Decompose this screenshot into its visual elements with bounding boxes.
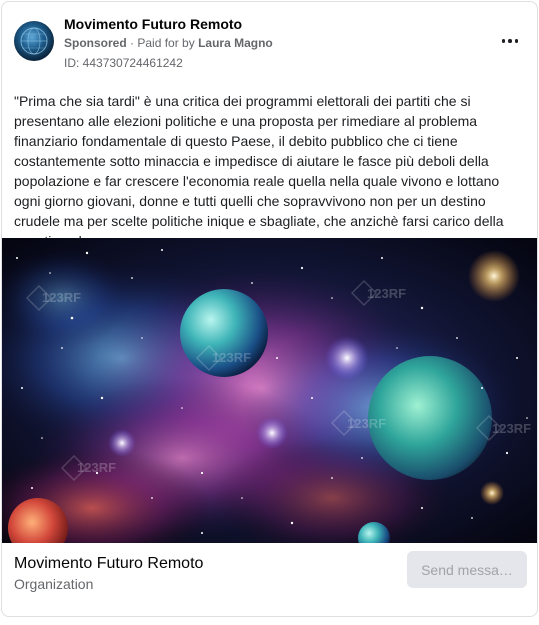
page-name-link[interactable]: Movimento Futuro Remoto <box>64 16 242 32</box>
post-body-text: "Prima che sia tardi" è una critica dei … <box>14 93 504 249</box>
send-message-button[interactable]: Send messa… <box>407 551 527 588</box>
watermark-text: 123RF <box>42 290 81 305</box>
paid-for-label: Paid for by <box>137 36 195 50</box>
sponsored-line: Sponsored · Paid for by Laura Magno <box>64 36 273 50</box>
footer-category: Organization <box>14 576 94 592</box>
more-horizontal-icon <box>501 39 519 43</box>
space-nebula-image: 123RF 123RF 123RF 123RF 123RF 123RF <box>2 238 537 543</box>
watermark-text: 123RF <box>212 350 251 365</box>
globe-icon <box>20 27 48 55</box>
watermark-text: 123RF <box>367 286 406 301</box>
watermark-text: 123RF <box>77 460 116 475</box>
page-avatar[interactable] <box>14 21 54 61</box>
meta-separator: · <box>126 36 138 50</box>
footer-page-name[interactable]: Movimento Futuro Remoto <box>14 555 203 573</box>
more-options-button[interactable] <box>497 30 523 52</box>
ad-id: ID: 443730724461242 <box>64 56 183 70</box>
watermark-text: 123RF <box>492 421 531 436</box>
ad-creative-image[interactable]: 123RF 123RF 123RF 123RF 123RF 123RF <box>2 238 537 543</box>
post-header: Movimento Futuro Remoto Sponsored · Paid… <box>2 2 537 82</box>
watermark-text: 123RF <box>347 416 386 431</box>
paid-for-name: Laura Magno <box>198 36 273 50</box>
ad-card: Movimento Futuro Remoto Sponsored · Paid… <box>1 1 538 617</box>
sponsored-label: Sponsored <box>64 36 127 50</box>
ad-footer: Movimento Futuro Remoto Organization Sen… <box>2 543 537 616</box>
